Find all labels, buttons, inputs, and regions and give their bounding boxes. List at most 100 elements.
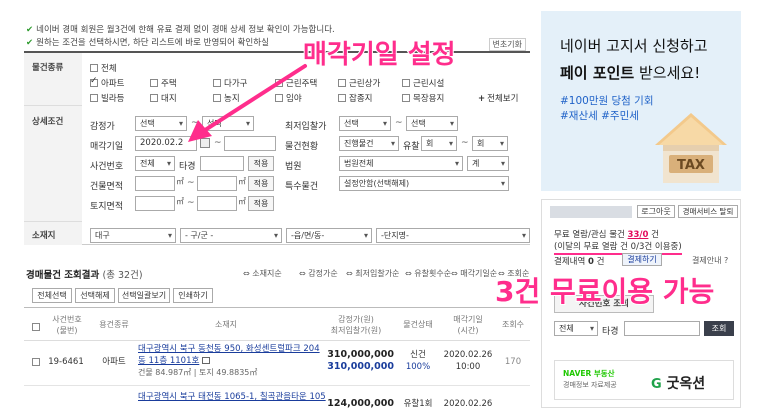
user-name-blurred	[550, 206, 632, 218]
row-area: 건물 84.987㎡ | 토지 49.8835㎡	[138, 368, 258, 377]
table-row[interactable]: 대구광역시 북구 태전동 1065-1, 칠곡관음타운 105 124,000,…	[24, 386, 530, 409]
header-checkbox[interactable]	[32, 323, 40, 331]
failed-max-select[interactable]: 회	[472, 136, 508, 151]
land-area-max-input[interactable]	[197, 196, 237, 211]
range-tilde: ~	[187, 178, 195, 188]
row-time: 10:00	[455, 362, 481, 372]
case-type-label: 타경	[179, 162, 196, 172]
case-year-select[interactable]: 전체	[135, 156, 175, 171]
building-area-max-input[interactable]	[197, 176, 237, 191]
naver-sub-label: 경매정보 자료제공	[563, 381, 617, 389]
land-area-min-input[interactable]	[135, 196, 175, 211]
building-area-min-input[interactable]	[135, 176, 175, 191]
location-row-label: 소재지	[24, 222, 82, 245]
row-appraisal: 310,000,000	[327, 349, 394, 360]
case-label: 사건번호	[90, 162, 124, 172]
failed-min-select[interactable]: 회	[421, 136, 457, 151]
payment-info-link[interactable]: 결제안내 ?	[692, 255, 728, 266]
ad-line-1: 네이버 고지서 신청하고	[560, 37, 708, 55]
row-date: 2020.02.26	[443, 350, 493, 360]
header-date: 매각기일 (시간)	[453, 315, 483, 335]
header-case-no: 사건번호 (물번)	[52, 315, 82, 335]
logout-button[interactable]: 로그아웃	[637, 205, 675, 218]
naver-realestate-logo: NAVER 부동산	[563, 369, 615, 378]
house-illustration: TAX	[655, 113, 727, 183]
payment-button[interactable]: 결제하기	[622, 253, 662, 266]
reset-filter-button[interactable]: 변초기화	[488, 38, 526, 51]
table-row[interactable]: 19-6461 아파트 대구광역시 북구 동천동 950, 화성센트럴파크 20…	[24, 341, 530, 386]
appraisal-label: 감정가	[90, 122, 115, 132]
row-views: 170	[504, 357, 522, 367]
min-bid-min-select[interactable]: 선택	[339, 116, 391, 131]
goodauction-g-icon: G	[651, 377, 662, 392]
row-checkbox[interactable]	[32, 358, 40, 366]
range-tilde: ~	[187, 198, 195, 208]
payment-line: 결제내역 0 건	[554, 257, 605, 267]
location-complex-select[interactable]: -단지명-	[376, 228, 530, 243]
status-select[interactable]: 진행물건	[339, 136, 399, 151]
row-address-link-2[interactable]: 동 11층 1101호	[138, 355, 211, 367]
partner-banner[interactable]: NAVER 부동산 경매정보 자료제공 G 굿옥션	[554, 360, 734, 400]
range-tilde: ~	[461, 138, 469, 148]
failed-label: 유찰	[403, 142, 420, 152]
land-area-apply-button[interactable]: 적용	[248, 196, 274, 211]
service-withdraw-button[interactable]: 경매서비스 탈퇴	[678, 205, 738, 218]
sidebar-case-year-select[interactable]: 전체	[554, 321, 598, 336]
annotation-sale-date: 매각기일 설정	[302, 39, 457, 71]
row-rate: 100%	[405, 362, 431, 372]
select-all-button[interactable]: 전체선택	[32, 288, 72, 303]
annotation-free-use: 3건 무료이용 가능	[494, 274, 715, 309]
court-select[interactable]: 법원전체	[339, 156, 463, 171]
location-city-select[interactable]: 대구	[90, 228, 176, 243]
row-status: 유찰1회	[403, 399, 433, 409]
sort-min-bid-link[interactable]: ⇔ 최저입찰가순	[346, 268, 399, 279]
annotation-arrow	[188, 64, 307, 142]
row-address-link[interactable]: 대구광역시 북구 태전동 1065-1, 칠곡관음타운 105	[138, 391, 326, 403]
area-unit: ㎡	[176, 197, 184, 206]
plus-icon: +	[478, 94, 486, 104]
batch-view-button[interactable]: 선택일괄보기	[118, 288, 170, 303]
print-button[interactable]: 인쇄하기	[173, 288, 213, 303]
sidebar-case-input[interactable]	[624, 321, 700, 336]
type-checkbox-villa[interactable]: 빌라등	[90, 92, 124, 104]
results-count: (총 32건)	[102, 270, 143, 281]
type-checkbox-apartment[interactable]: 아파트	[90, 76, 124, 89]
sort-appraisal-link[interactable]: ⇔ 감정가순	[299, 268, 338, 279]
row-address-link[interactable]: 대구광역시 북구 동천동 950, 화성센트럴파크 204	[138, 343, 320, 355]
type-checkbox-ranch[interactable]: 목장용지	[402, 92, 444, 104]
ad-hashtag-2: #재산세 #주민세	[560, 110, 639, 122]
case-apply-button[interactable]: 적용	[248, 156, 274, 171]
header-status: 물건상태	[403, 320, 433, 329]
ad-hashtag-1: #100만원 당첨 기회	[560, 95, 654, 107]
type-checkbox-all[interactable]: 전체	[90, 62, 117, 74]
type-row-label: 물건종류	[24, 53, 82, 106]
header-price: 감정가(원) 최저입찰가(원)	[330, 315, 382, 335]
special-label: 특수물건	[285, 182, 319, 192]
header-location: 소재지	[214, 320, 238, 329]
header-kind: 용건종류	[99, 320, 129, 329]
sort-failed-link[interactable]: ⇔ 유찰횟수순	[405, 268, 451, 279]
type-checkbox-neighborhood-store[interactable]: 근린상가	[338, 77, 380, 89]
building-area-apply-button[interactable]: 적용	[248, 176, 274, 191]
area-unit: ㎡	[176, 177, 184, 186]
sort-location-link[interactable]: ⇔ 소재지순	[243, 268, 282, 279]
type-checkbox-land[interactable]: 대지	[150, 92, 177, 104]
sort-date-link[interactable]: ⇔ 매각기일순	[451, 268, 497, 279]
show-all-link[interactable]: + 전체보기	[478, 92, 518, 104]
row-kind: 아파트	[102, 357, 126, 367]
min-bid-max-select[interactable]: 선택	[406, 116, 458, 131]
type-checkbox-house[interactable]: 주택	[150, 77, 177, 89]
ad-banner[interactable]: 네이버 고지서 신청하고 페이 포인트 받으세요! #100만원 당첨 기회 #…	[541, 11, 741, 191]
deselect-button[interactable]: 선택해제	[75, 288, 115, 303]
results-table-header: 사건번호 (물번) 용건종류 소재지 감정가(원) 최저입찰가(원) 물건상태 …	[24, 307, 530, 341]
special-select[interactable]: 설정안함(선택해제)	[339, 176, 509, 191]
type-checkbox-misc-land[interactable]: 잡종지	[338, 92, 372, 104]
location-district-select[interactable]: - 구/군 -	[180, 228, 282, 243]
location-town-select[interactable]: -읍/면/동-	[286, 228, 372, 243]
court-sub-select[interactable]: 계	[467, 156, 509, 171]
type-checkbox-neighborhood-facility[interactable]: 근린시설	[402, 77, 444, 89]
case-number-input[interactable]	[200, 156, 244, 171]
area-unit: ㎡	[238, 177, 246, 186]
sidebar-search-button[interactable]: 조회	[704, 321, 734, 336]
header-views: 조회수	[501, 320, 525, 329]
